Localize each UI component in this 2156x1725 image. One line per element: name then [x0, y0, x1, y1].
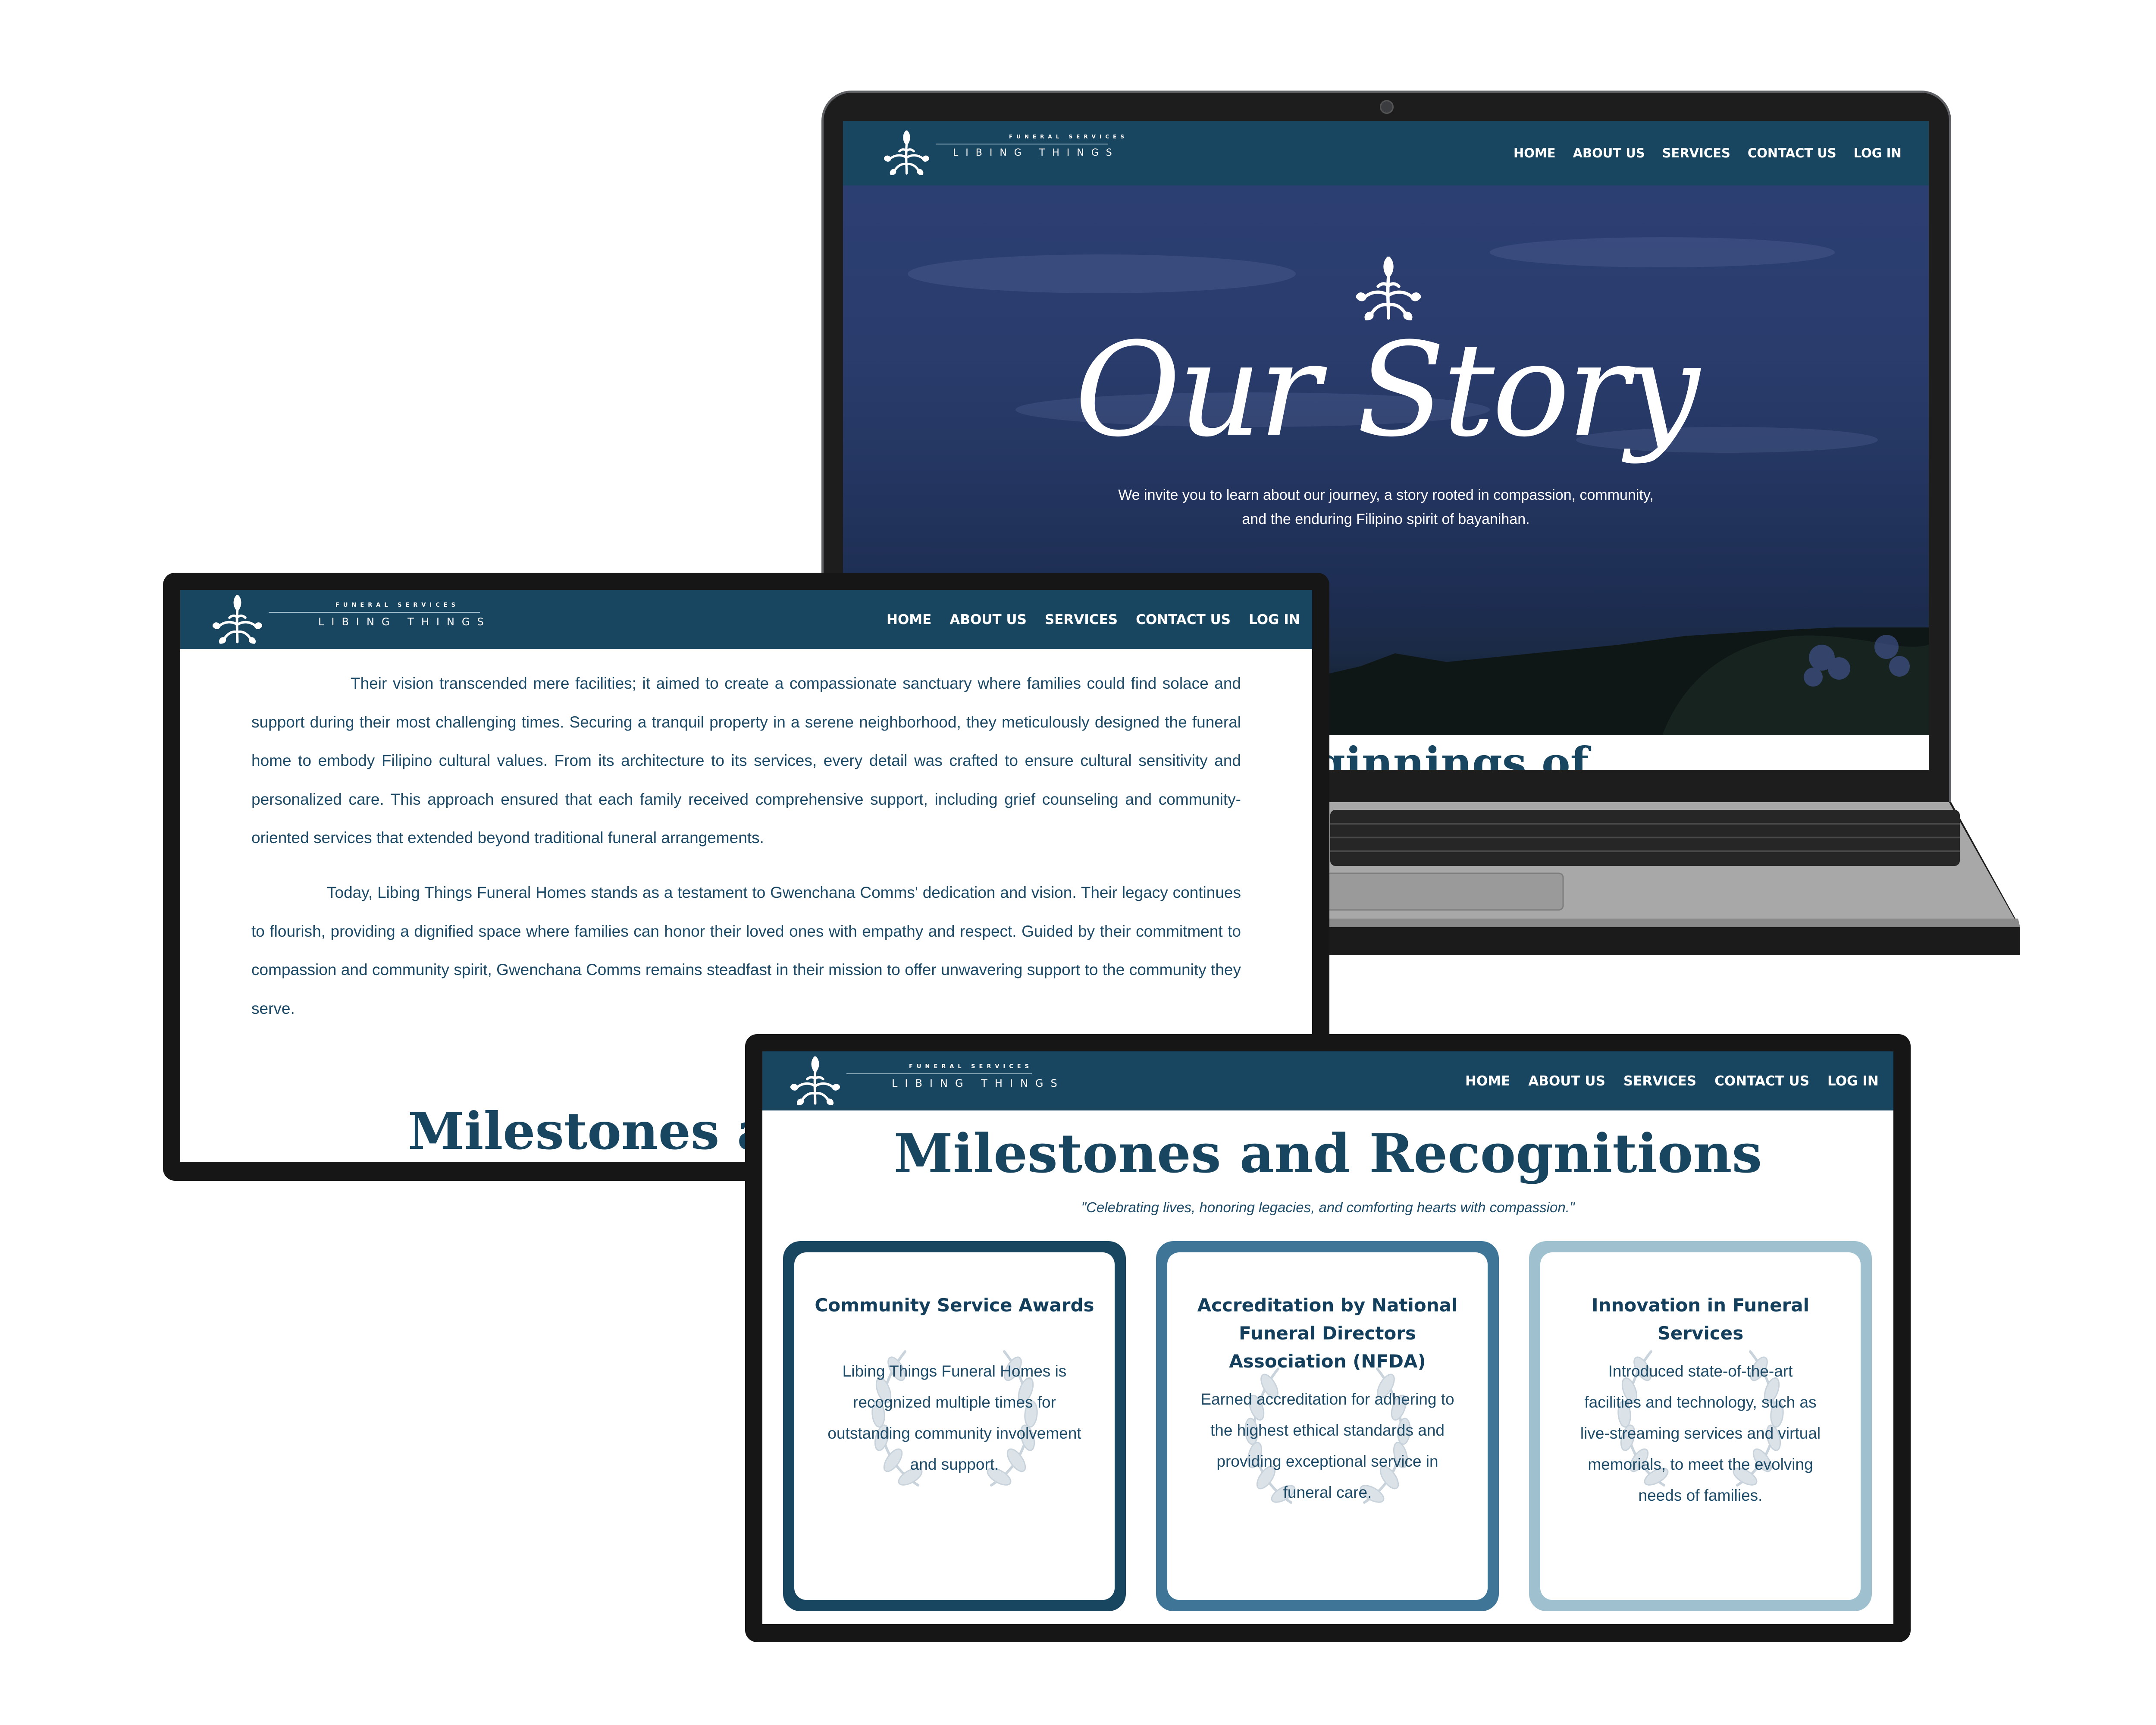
- brand-tagline: FUNERAL SERVICES: [1009, 134, 1128, 140]
- site-header: FUNERAL SERVICES LIBING THINGS HOME ABOU…: [762, 1051, 1893, 1110]
- sprig-leaf-icon: [213, 595, 262, 644]
- nav-log-in[interactable]: LOG IN: [1249, 612, 1300, 627]
- hero-sprig-icon: [1356, 257, 1421, 321]
- tablet-screen-front: FUNERAL SERVICES LIBING THINGS HOME ABOU…: [762, 1051, 1893, 1624]
- card-title: Accreditation by National Funeral Direct…: [1197, 1295, 1458, 1372]
- sprig-leaf-icon: [884, 131, 929, 176]
- logo-divider: [269, 612, 480, 613]
- brand-name: LIBING THINGS: [318, 616, 491, 628]
- nav-contact-us[interactable]: CONTACT US: [1748, 146, 1836, 160]
- nav-contact-us[interactable]: CONTACT US: [1136, 612, 1231, 627]
- brand-name: LIBING THINGS: [953, 147, 1119, 158]
- nav-contact-us[interactable]: CONTACT US: [1714, 1073, 1809, 1089]
- brand-logo[interactable]: FUNERAL SERVICES LIBING THINGS: [213, 590, 484, 649]
- brand-tagline: FUNERAL SERVICES: [335, 602, 460, 608]
- site-header: FUNERAL SERVICES LIBING THINGS HOME ABOU…: [843, 121, 1929, 185]
- brand-logo[interactable]: FUNERAL SERVICES LIBING THINGS: [884, 121, 1124, 185]
- brand-tagline: FUNERAL SERVICES: [909, 1063, 1033, 1070]
- milestone-card-community-service: Community Service Awards Libing Things F…: [783, 1241, 1126, 1611]
- card-body-panel: Community Service Awards Libing Things F…: [794, 1252, 1115, 1600]
- nav-home[interactable]: HOME: [887, 612, 931, 627]
- nav-log-in[interactable]: LOG IN: [1827, 1073, 1879, 1089]
- card-title: Innovation in Funeral Services: [1591, 1295, 1810, 1344]
- nav-services[interactable]: SERVICES: [1045, 612, 1118, 627]
- card-body-panel: Accreditation by National Funeral Direct…: [1167, 1252, 1488, 1600]
- brand-logo[interactable]: FUNERAL SERVICES LIBING THINGS: [790, 1051, 1057, 1110]
- hero-subtitle: We invite you to learn about our journey…: [843, 483, 1929, 531]
- brand-name: LIBING THINGS: [892, 1077, 1065, 1089]
- milestones-title: Milestones and Recognitions: [893, 1123, 1762, 1185]
- milestone-card-nfda-accreditation: Accreditation by National Funeral Direct…: [1156, 1241, 1499, 1611]
- webcam-icon: [1380, 100, 1394, 114]
- nav-about-us[interactable]: ABOUT US: [1573, 146, 1645, 160]
- nav-about-us[interactable]: ABOUT US: [1528, 1073, 1605, 1089]
- hero-subtitle-line1: We invite you to learn about our journey…: [1118, 487, 1654, 503]
- card-description: Introduced state-of-the-art facilities a…: [1580, 1362, 1821, 1504]
- logo-divider: [846, 1073, 1032, 1074]
- card-description: Libing Things Funeral Homes is recognize…: [827, 1362, 1081, 1473]
- nav-home[interactable]: HOME: [1465, 1073, 1510, 1089]
- sprig-leaf-icon: [790, 1056, 840, 1106]
- section-heading-peek: ginnings of: [1315, 737, 1589, 770]
- nav-services[interactable]: SERVICES: [1662, 146, 1730, 160]
- nav-home[interactable]: HOME: [1514, 146, 1556, 160]
- hero-title: Our Story: [1075, 315, 1700, 465]
- nav-about-us[interactable]: ABOUT US: [950, 612, 1027, 627]
- story-paragraph-2: Today, Libing Things Funeral Homes stand…: [251, 884, 1241, 1017]
- card-description: Earned accreditation for adhering to the…: [1200, 1390, 1454, 1501]
- site-header: FUNERAL SERVICES LIBING THINGS HOME ABOU…: [180, 590, 1312, 649]
- card-body-panel: Innovation in Funeral Services Introduce…: [1540, 1252, 1861, 1600]
- milestone-card-innovation: Innovation in Funeral Services Introduce…: [1529, 1241, 1872, 1611]
- card-title: Community Service Awards: [815, 1295, 1094, 1316]
- milestones-quote: "Celebrating lives, honoring legacies, a…: [1081, 1199, 1575, 1215]
- hero-subtitle-line2: and the enduring Filipino spirit of baya…: [1242, 511, 1530, 527]
- nav-services[interactable]: SERVICES: [1623, 1073, 1696, 1089]
- nav-log-in[interactable]: LOG IN: [1854, 146, 1902, 160]
- story-paragraph-1: Their vision transcended mere facilities…: [251, 674, 1241, 847]
